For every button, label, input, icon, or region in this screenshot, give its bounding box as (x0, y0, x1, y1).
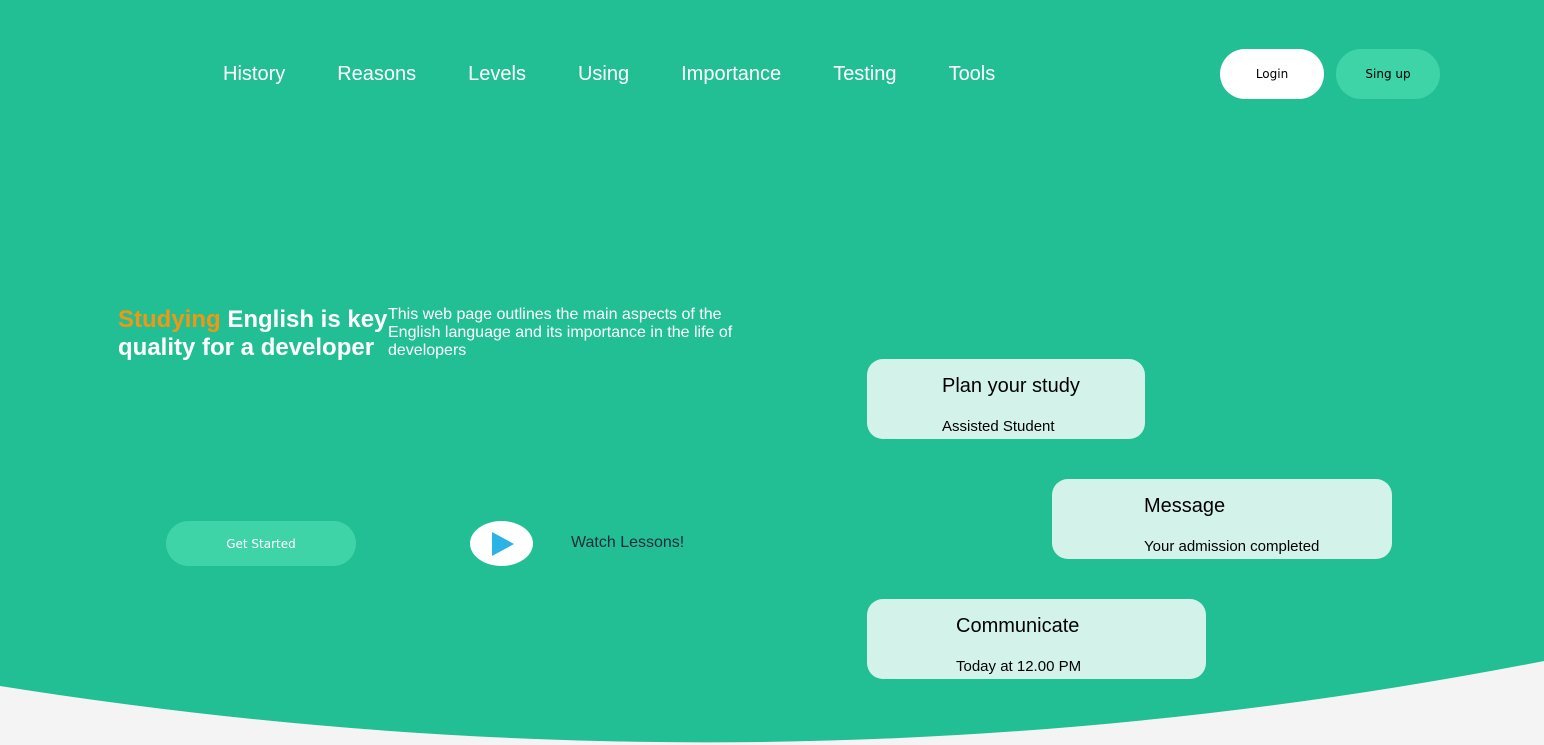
card-subtitle: Assisted Student (942, 418, 1055, 435)
headline-accent: Studying (118, 306, 221, 333)
nav-item-levels[interactable]: Levels (468, 62, 526, 86)
get-started-button[interactable]: Get Started (166, 521, 356, 566)
signup-button[interactable]: Sing up (1336, 49, 1440, 99)
card-title: Communicate (956, 615, 1080, 637)
card-subtitle: Your admission completed (1144, 538, 1320, 555)
main-nav: History Reasons Levels Using Importance … (223, 62, 1047, 86)
nav-item-testing[interactable]: Testing (833, 62, 896, 86)
card-plan-study: Plan your study Assisted Student (867, 359, 1145, 439)
hero-headline: Studying English is key quality for a de… (118, 306, 398, 362)
hero-description: This web page outlines the main aspects … (388, 306, 733, 359)
card-communicate: Communicate Today at 12.00 PM (867, 599, 1206, 679)
card-title: Message (1144, 495, 1226, 517)
nav-item-history[interactable]: History (223, 62, 285, 86)
hero-background (0, 0, 1544, 743)
card-message: Message Your admission completed (1052, 479, 1392, 559)
watch-lessons-link[interactable]: Watch Lessons! (571, 534, 684, 552)
play-icon (491, 531, 514, 556)
nav-item-using[interactable]: Using (578, 62, 629, 86)
nav-item-tools[interactable]: Tools (949, 62, 996, 86)
play-button[interactable] (470, 521, 533, 566)
card-title: Plan your study (942, 375, 1080, 397)
nav-item-reasons[interactable]: Reasons (337, 62, 416, 86)
login-button[interactable]: Login (1220, 49, 1324, 99)
card-subtitle: Today at 12.00 PM (956, 658, 1082, 675)
nav-item-importance[interactable]: Importance (681, 62, 781, 86)
